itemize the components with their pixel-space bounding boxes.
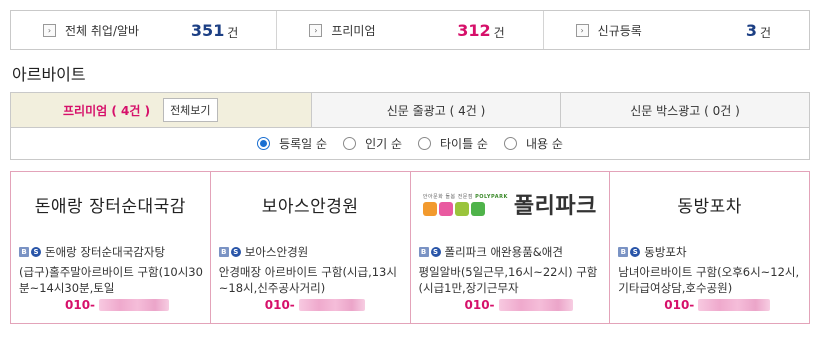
company-icon: S [31,247,41,257]
logo-tagline-text: 안아문화 돌봄 전문점 [422,193,474,200]
arrow-right-icon: › [43,23,56,37]
company-icon: S [430,247,441,257]
sort-label[interactable]: 등록일 순 [279,135,327,152]
board-icon: B [19,247,29,257]
phone-number: 010- [664,298,771,312]
phone-prefix: 010- [65,298,96,312]
phone-prefix: 010- [664,298,695,312]
company-line[interactable]: B S 돈애랑 장터순대국감자탕 [19,244,165,260]
radio-checked-icon[interactable] [257,137,271,150]
sort-label[interactable]: 타이틀 순 [440,135,488,152]
stat-unit: 건 [227,26,239,40]
view-all-button[interactable]: 전체보기 [163,98,218,122]
sort-label[interactable]: 내용 순 [526,135,563,152]
company-line[interactable]: B S 동방포차 [618,244,687,260]
board-icon: B [418,247,429,257]
tab-premium[interactable]: 프리미엄 ( 4건 ) 전체보기 [11,93,311,127]
phone-number: 010- [65,298,170,312]
stat-label[interactable]: 전체 취업/알바 [65,22,139,39]
company-icon: S [230,247,241,257]
arrow-right-icon: › [309,23,323,37]
job-card[interactable]: 보아스안경원 B S 보아스안경원 안경매장 아르바이트 구함(시급,13시~1… [209,172,410,323]
radio-icon[interactable] [418,137,431,150]
company-logo-text[interactable]: 보아스안경원 [211,172,410,236]
job-card-list: 돈애랑 장터순대국감 B S 돈애랑 장터순대국감자탕 (급구)홀주말아르바이트… [10,171,810,324]
company-line[interactable]: B S 폴리파크 애완용품&애견 [418,244,563,260]
sort-by-content[interactable]: 내용 순 [503,135,563,152]
stat-premium[interactable]: › 프리미엄 312 건 [276,11,542,49]
sort-options: 등록일 순 인기 순 타이틀 순 내용 순 [10,128,810,160]
company-icon: S [630,247,641,257]
job-card[interactable]: 안아문화 돌봄 전문점 POLYPARK 폴리파크 B S 폴리파크 애완용품&… [409,172,610,323]
stat-new[interactable]: › 신규등록 3 건 [542,11,809,49]
board-icon: B [618,247,629,257]
tab-newspaper-box-label[interactable]: 신문 박스광고 ( 0건 ) [630,102,740,119]
company-name[interactable]: 폴리파크 애완용품&애견 [445,244,563,260]
sort-by-date[interactable]: 등록일 순 [257,135,327,152]
job-description[interactable]: (급구)홀주말아르바이트 구함(10시30분~14시30분,토일 [19,264,203,296]
stat-count[interactable]: 351 [191,21,224,40]
polypark-logo: 안아문화 돌봄 전문점 POLYPARK 폴리파크 [422,188,597,220]
logo-mark-icon [422,201,485,216]
stat-all-jobs[interactable]: › 전체 취업/알바 351 건 [11,11,276,49]
phone-number: 010- [265,298,365,312]
job-card[interactable]: 동방포차 B S 동방포차 남녀아르바이트 구함(오후6시~12시,기타급여상담… [609,172,809,323]
blurred-phone [298,299,365,311]
stats-bar: › 전체 취업/알바 351 건 › 프리미엄 312 건 › 신규등록 3 건 [10,10,810,50]
job-description[interactable]: 안경매장 아르바이트 구함(시급,13시~18시,신주공사거리) [219,264,403,296]
section-title: 아르바이트 [12,65,86,84]
tab-newspaper-line[interactable]: 신문 줄광고 ( 4건 ) [311,93,560,127]
company-name[interactable]: 보아스안경원 [245,244,308,260]
phone-prefix: 010- [464,298,495,312]
sort-label[interactable]: 인기 순 [365,135,402,152]
company-logo-text[interactable]: 동방포차 [610,172,809,236]
radio-icon[interactable] [343,137,357,150]
blurred-phone [698,299,771,311]
tab-premium-label[interactable]: 프리미엄 ( 4건 ) [63,102,150,119]
stat-count[interactable]: 312 [457,21,490,40]
stat-label[interactable]: 프리미엄 [331,22,375,39]
stat-unit: 건 [493,26,505,40]
logo-tagline: 안아문화 돌봄 전문점 POLYPARK [423,193,508,200]
radio-icon[interactable] [503,137,517,150]
job-description[interactable]: 평일알바(5일근무,16시~22시) 구함(시급1만,장기근무자 [419,264,603,296]
company-logo[interactable]: 안아문화 돌봄 전문점 POLYPARK 폴리파크 [411,172,610,236]
blurred-phone [99,299,170,311]
arrow-right-icon: › [575,23,589,37]
job-description[interactable]: 남녀아르바이트 구함(오후6시~12시,기타급여상담,호수공원) [618,264,802,296]
tab-newspaper-line-label[interactable]: 신문 줄광고 ( 4건 ) [387,102,486,119]
stat-count[interactable]: 3 [746,21,757,40]
company-logo-text[interactable]: 돈애랑 장터순대국감 [11,172,210,236]
company-name[interactable]: 동방포차 [644,244,686,260]
company-name[interactable]: 돈애랑 장터순대국감자탕 [45,244,165,260]
logo-brand-text: POLYPARK [475,193,508,200]
blurred-phone [498,299,573,311]
tab-newspaper-box[interactable]: 신문 박스광고 ( 0건 ) [560,93,809,127]
board-icon: B [218,247,229,257]
company-line[interactable]: B S 보아스안경원 [218,244,308,260]
stat-label[interactable]: 신규등록 [598,22,642,39]
stat-unit: 건 [759,26,771,40]
logo-name: 폴리파크 [513,194,597,219]
phone-prefix: 010- [264,298,295,312]
phone-number: 010- [465,298,573,312]
job-card[interactable]: 돈애랑 장터순대국감 B S 돈애랑 장터순대국감자탕 (급구)홀주말아르바이트… [11,172,210,323]
sort-by-popularity[interactable]: 인기 순 [343,135,402,152]
sort-by-title[interactable]: 타이틀 순 [418,135,488,152]
ad-tabs: 프리미엄 ( 4건 ) 전체보기 신문 줄광고 ( 4건 ) 신문 박스광고 (… [10,92,810,128]
